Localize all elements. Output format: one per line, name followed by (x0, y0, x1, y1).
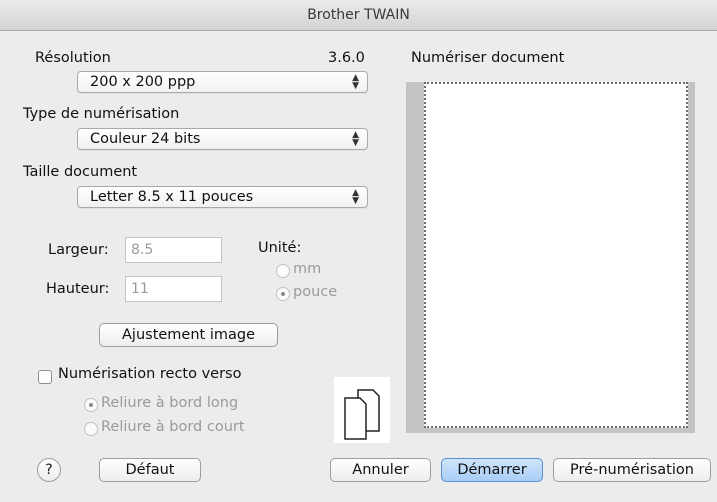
binding-long-radio[interactable] (84, 398, 98, 412)
window-titlebar: Brother TWAIN (0, 0, 717, 31)
scan-type-label: Type de numérisation (23, 106, 180, 122)
up-down-chevron-icon: ▲ ▼ (352, 130, 359, 148)
question-mark-icon[interactable]: ? (37, 458, 61, 482)
scan-type-select[interactable]: Couleur 24 bits ▲ ▼ (77, 128, 368, 150)
scan-type-value: Couleur 24 bits (90, 131, 201, 147)
unit-mm-radio[interactable] (276, 264, 290, 278)
height-field[interactable]: 11 (125, 276, 222, 302)
unit-mm-label: mm (293, 261, 322, 277)
doc-size-value: Letter 8.5 x 11 pouces (90, 189, 254, 205)
duplex-checkbox[interactable] (38, 370, 52, 384)
height-label: Hauteur: (46, 281, 110, 297)
start-button[interactable]: Démarrer (441, 458, 543, 482)
binding-long-label: Reliure à bord long (101, 395, 239, 411)
binding-short-radio[interactable] (84, 422, 98, 436)
unit-pouce-radio[interactable] (276, 287, 290, 301)
preview-label: Numériser document (411, 50, 565, 66)
prescan-button[interactable]: Pré-numérisation (553, 458, 711, 482)
width-label: Largeur: (48, 242, 109, 258)
binding-short-label: Reliure à bord court (101, 419, 245, 435)
unit-label: Unité: (258, 240, 302, 256)
window-title: Brother TWAIN (307, 7, 410, 23)
version-label: 3.6.0 (328, 50, 365, 66)
unit-pouce-label: pouce (293, 284, 338, 300)
resolution-select[interactable]: 200 x 200 ppp ▲ ▼ (77, 71, 368, 93)
adjust-image-button[interactable]: Ajustement image (99, 323, 278, 347)
duplex-pages-icon (334, 377, 390, 443)
preview-page (424, 82, 688, 428)
duplex-label: Numérisation recto verso (58, 366, 242, 382)
resolution-label: Résolution (35, 50, 111, 66)
doc-size-label: Taille document (23, 164, 138, 180)
default-button[interactable]: Défaut (99, 458, 201, 482)
cancel-button[interactable]: Annuler (330, 458, 431, 482)
doc-size-select[interactable]: Letter 8.5 x 11 pouces ▲ ▼ (77, 186, 368, 208)
width-field[interactable]: 8.5 (125, 237, 222, 263)
up-down-chevron-icon: ▲ ▼ (352, 73, 359, 91)
scan-preview-area[interactable] (406, 82, 695, 433)
resolution-value: 200 x 200 ppp (90, 74, 196, 90)
brother-twain-window: Brother TWAIN Résolution 3.6.0 200 x 200… (0, 0, 717, 502)
up-down-chevron-icon: ▲ ▼ (352, 188, 359, 206)
